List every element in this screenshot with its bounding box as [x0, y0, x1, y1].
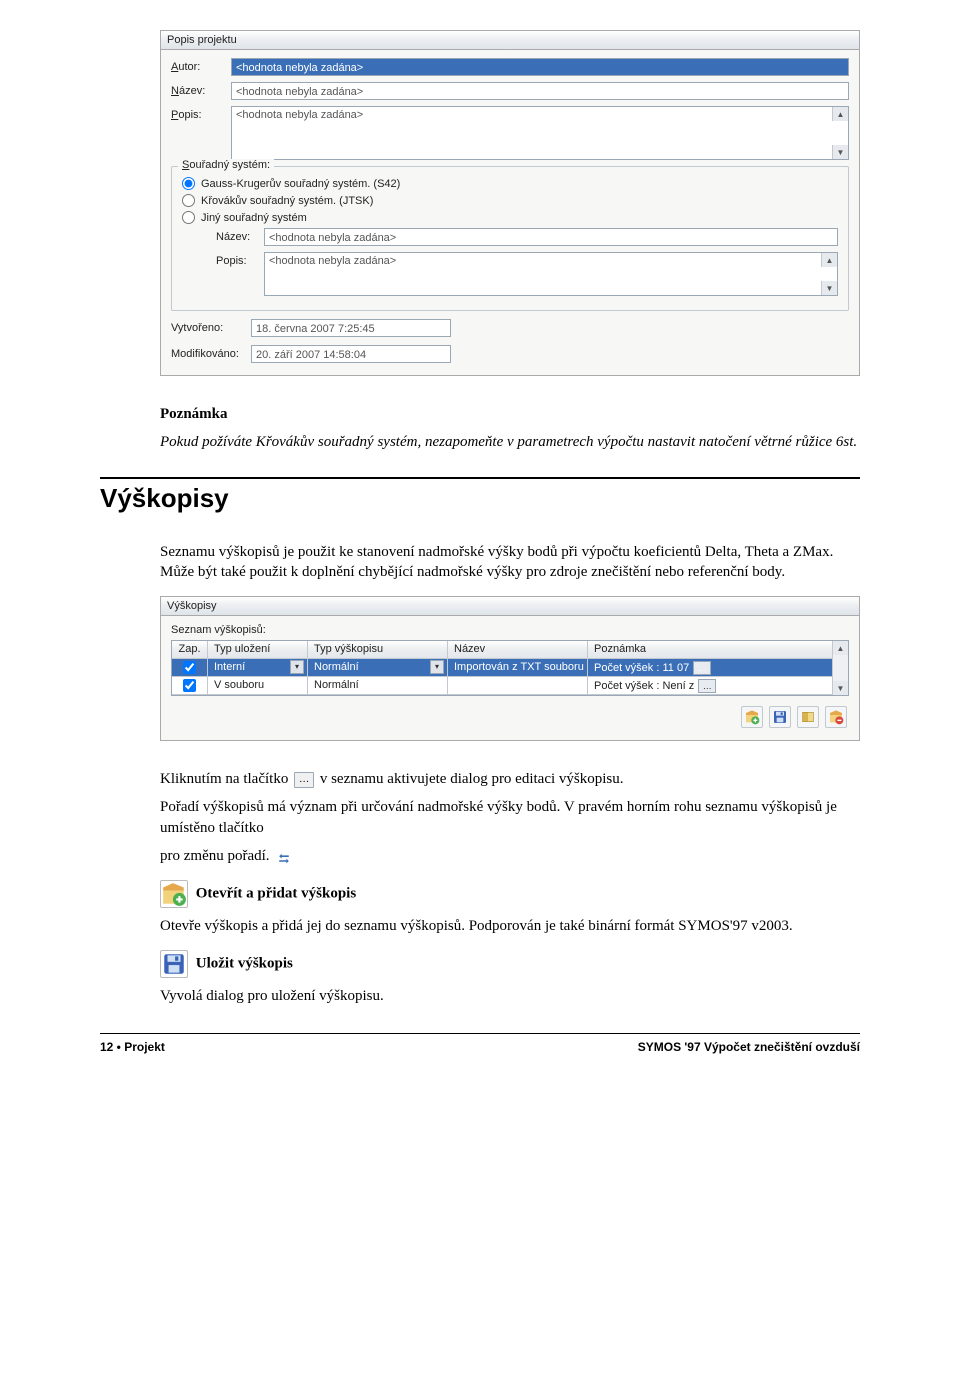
para-2: Pořadí výškopisů má význam při určování … — [160, 797, 860, 838]
grid-header-row: Zap. Typ uložení Typ výškopisu Název Poz… — [172, 641, 848, 659]
col-nazev: Název — [448, 641, 588, 659]
label-desc: Popis: — [171, 106, 231, 121]
footer-rule — [100, 1033, 860, 1034]
para-1: Kliknutím na tlačítko … v seznamu aktivu… — [160, 769, 860, 789]
col-zap: Zap. — [172, 641, 208, 659]
label-subdesc: Popis: — [216, 252, 264, 267]
coord-label: Souřadný systém: — [178, 159, 274, 171]
col-poznamka: Poznámka — [588, 641, 848, 659]
col-typ-ulozeni: Typ uložení — [208, 641, 308, 659]
table-row[interactable]: Interní▾Normální▾Importován z TXT soubor… — [172, 659, 848, 677]
col-typ-vyskopisu: Typ výškopisu — [308, 641, 448, 659]
feature-1-body: Otevře výškopis a přidá jej do seznamu v… — [160, 916, 860, 936]
open-add-icon — [160, 880, 188, 908]
radio-jtsk[interactable]: Křovákův souřadný systém. (JTSK) — [182, 194, 838, 207]
grid-scrollbar[interactable]: ▲▼ — [832, 641, 848, 695]
radio-other[interactable]: Jiný souřadný systém — [182, 211, 838, 224]
feature-2: Uložit výškopis — [160, 950, 860, 978]
reorder-icon — [276, 850, 292, 862]
author-input[interactable]: <hodnota nebyla zadána> — [231, 58, 849, 76]
row-edit-button[interactable]: … — [698, 679, 716, 693]
coordinate-groupbox: Souřadný systém: Gauss-Krugerův souřadný… — [171, 166, 849, 311]
subname-input[interactable]: <hodnota nebyla zadána> — [264, 228, 838, 246]
label-author: Autor: — [171, 58, 231, 73]
list-label: Seznam výškopisů: — [161, 616, 859, 640]
scrollbar[interactable]: ▲▼ — [821, 253, 837, 295]
vyskopisy-panel: Výškopisy Seznam výškopisů: Zap. Typ ulo… — [160, 596, 860, 741]
delete-button[interactable] — [825, 706, 847, 728]
page-footer: 12 • Projekt SYMOS '97 Výpočet znečištěn… — [100, 1040, 860, 1054]
vyskopisy-grid[interactable]: Zap. Typ uložení Typ výškopisu Název Poz… — [171, 640, 849, 696]
label-name: Název: — [171, 82, 231, 97]
grid-toolbar — [161, 696, 859, 740]
properties-button[interactable] — [797, 706, 819, 728]
panel-title: Popis projektu — [161, 31, 859, 50]
footer-left: 12 • Projekt — [100, 1040, 165, 1054]
note-body: Pokud požíváte Křovákův souřadný systém,… — [160, 432, 860, 452]
name-input[interactable]: <hodnota nebyla zadána> — [231, 82, 849, 100]
label-modified: Modifikováno: — [171, 348, 251, 360]
radio-s42[interactable]: Gauss-Krugerův souřadný systém. (S42) — [182, 177, 838, 190]
project-description-panel: Popis projektu Autor: <hodnota nebyla za… — [160, 30, 860, 376]
feature-1: Otevřít a přidat výškopis — [160, 880, 860, 908]
subdesc-textarea[interactable]: <hodnota nebyla zadána> ▲▼ — [264, 252, 838, 296]
dropdown-icon[interactable]: ▾ — [290, 660, 304, 674]
label-subname: Název: — [216, 228, 264, 243]
desc-textarea[interactable]: <hodnota nebyla zadána> ▲▼ — [231, 106, 849, 160]
label-created: Vytvořeno: — [171, 322, 251, 334]
zap-checkbox[interactable] — [183, 661, 196, 674]
add-button[interactable] — [741, 706, 763, 728]
table-row[interactable]: V souboruNormálníPočet výšek : Není z… — [172, 677, 848, 695]
scrollbar[interactable]: ▲▼ — [832, 107, 848, 159]
para-3: pro změnu pořadí. — [160, 846, 860, 866]
dropdown-icon[interactable]: ▾ — [430, 660, 444, 674]
section-intro: Seznamu výškopisů je použit ke stanovení… — [160, 542, 860, 583]
note-heading: Poznámka — [160, 404, 860, 424]
section-heading: Výškopisy — [100, 477, 860, 514]
created-field: 18. června 2007 7:25:45 — [251, 319, 451, 337]
zap-checkbox[interactable] — [183, 679, 196, 692]
modified-field: 20. září 2007 14:58:04 — [251, 345, 451, 363]
footer-right: SYMOS '97 Výpočet znečištění ovzduší — [638, 1040, 860, 1054]
save-big-icon — [160, 950, 188, 978]
panel2-title: Výškopisy — [161, 597, 859, 616]
save-button[interactable] — [769, 706, 791, 728]
ellipsis-button-icon: … — [294, 772, 314, 788]
feature-2-body: Vyvolá dialog pro uložení výškopisu. — [160, 986, 860, 1006]
row-edit-button[interactable]: … — [693, 661, 711, 675]
